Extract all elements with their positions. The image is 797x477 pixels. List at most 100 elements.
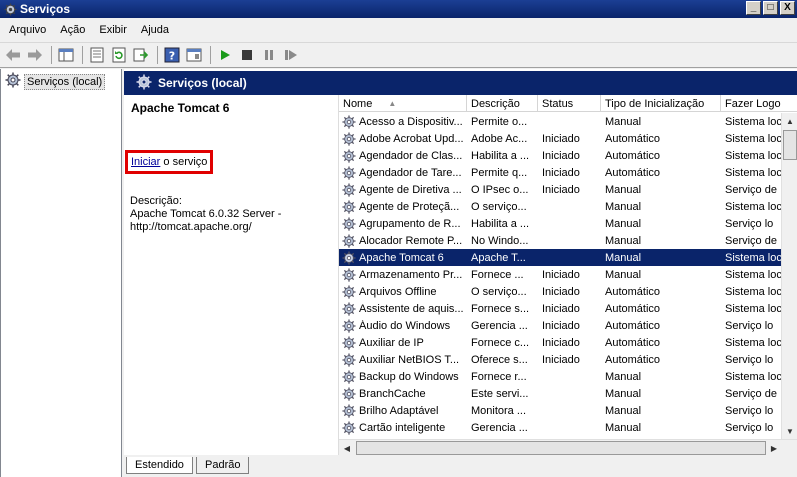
menu-acao[interactable]: Ação bbox=[53, 24, 92, 36]
export-icon[interactable] bbox=[131, 45, 151, 65]
table-row[interactable]: Cartão inteligente Gerencia ... Manual Serv… bbox=[339, 419, 784, 436]
cell-logon: Sistema loc bbox=[725, 115, 781, 128]
cell-name: Agendador de Tare... bbox=[339, 165, 467, 181]
service-gear-icon bbox=[341, 199, 357, 215]
cell-logon: Sistema loc bbox=[725, 166, 781, 179]
table-row[interactable]: Adobe Acrobat Upd... Adobe Ac... Iniciado A… bbox=[339, 130, 784, 147]
minimize-button[interactable]: _ bbox=[746, 1, 761, 15]
service-gear-icon bbox=[341, 420, 357, 436]
refresh-icon[interactable] bbox=[109, 45, 129, 65]
table-row[interactable]: Agente de Diretiva ... O IPsec o... Inicia… bbox=[339, 181, 784, 198]
start-service-link[interactable]: Iniciar bbox=[131, 156, 160, 168]
table-row[interactable]: Assistente de aquis... Fornece s... Inicia… bbox=[339, 300, 784, 317]
cell-name: Agente de Proteçã... bbox=[339, 199, 467, 215]
table-row[interactable]: Agendador de Clas... Habilita a ... Inicia… bbox=[339, 147, 784, 164]
table-row[interactable]: Agrupamento de R... Habilita a ... Manual S… bbox=[339, 215, 784, 232]
maximize-button[interactable]: □ bbox=[763, 1, 778, 15]
table-row[interactable]: Agendador de Tare... Permite q... Iniciado… bbox=[339, 164, 784, 181]
help-icon[interactable]: ? bbox=[162, 45, 182, 65]
cell-description: Monitora ... bbox=[471, 404, 527, 417]
cell-startup-type: Manual bbox=[605, 217, 642, 230]
cell-startup-type: Automático bbox=[605, 285, 661, 298]
console-tree-icon[interactable] bbox=[56, 45, 76, 65]
cell-name: Alocador Remote P... bbox=[339, 233, 467, 249]
cell-status: Iniciado bbox=[542, 319, 580, 332]
horizontal-scroll-thumb[interactable] bbox=[356, 441, 766, 455]
cell-name: Agente de Diretiva ... bbox=[339, 182, 467, 198]
cell-description: Adobe Ac... bbox=[471, 132, 528, 145]
column-header-status[interactable]: Status bbox=[538, 95, 601, 112]
service-gear-icon bbox=[341, 403, 357, 419]
cell-name: Assistente de aquis... bbox=[339, 301, 467, 317]
table-row[interactable]: BranchCache Este servi... Manual Serviço de bbox=[339, 385, 784, 402]
properties-icon[interactable] bbox=[87, 45, 107, 65]
table-row[interactable]: Apache Tomcat 6 Apache T... Manual Sistema … bbox=[339, 249, 784, 266]
cell-logon: Serviço de bbox=[725, 183, 777, 196]
cell-logon: Sistema loc bbox=[725, 149, 781, 162]
table-row[interactable]: Auxiliar NetBIOS T... Oferece s... Iniciad… bbox=[339, 351, 784, 368]
stop-icon[interactable] bbox=[237, 45, 257, 65]
table-row[interactable]: Áudio do Windows Gerencia ... Iniciado Auto… bbox=[339, 317, 784, 334]
cell-name: Apache Tomcat 6 bbox=[339, 250, 467, 266]
service-gear-icon bbox=[341, 352, 357, 368]
table-row[interactable]: Armazenamento Pr... Fornece ... Iniciado Ma… bbox=[339, 266, 784, 283]
table-row[interactable]: Arquivos Offline O serviço... Iniciado Auto… bbox=[339, 283, 784, 300]
forward-icon[interactable] bbox=[25, 45, 45, 65]
tree-item-services-local[interactable]: Serviços (local) bbox=[5, 72, 106, 91]
menu-bar: Arquivo Ação Exibir Ajuda bbox=[0, 19, 797, 41]
view-tabs: Estendido Padrão bbox=[124, 455, 797, 477]
cell-logon: Sistema loc bbox=[725, 200, 781, 213]
cell-description: O serviço... bbox=[471, 200, 527, 213]
scroll-up-icon[interactable]: ▲ bbox=[782, 113, 797, 129]
service-gear-icon bbox=[341, 318, 357, 334]
service-name: Agrupamento de R... bbox=[359, 217, 461, 230]
scroll-left-icon[interactable]: ◀ bbox=[339, 440, 355, 455]
vertical-scrollbar[interactable]: ▲ ▼ bbox=[781, 113, 797, 439]
menu-exibir[interactable]: Exibir bbox=[92, 24, 134, 36]
tab-padrao[interactable]: Padrão bbox=[196, 457, 250, 474]
menu-ajuda[interactable]: Ajuda bbox=[134, 24, 176, 36]
cell-startup-type: Automático bbox=[605, 319, 661, 332]
list-header: Nome ▲ Descrição Status Tipo de Iniciali… bbox=[339, 95, 797, 112]
pause-icon[interactable] bbox=[259, 45, 279, 65]
horizontal-scrollbar[interactable]: ◀ ▶ bbox=[339, 439, 797, 455]
cell-logon: Serviço lo bbox=[725, 319, 774, 332]
table-row[interactable]: Acesso a Dispositiv... Permite o... Manual… bbox=[339, 113, 784, 130]
cell-description: Fornece s... bbox=[471, 302, 530, 315]
column-header-name[interactable]: Nome ▲ bbox=[339, 95, 467, 112]
cell-startup-type: Manual bbox=[605, 268, 642, 281]
service-gear-icon bbox=[341, 284, 357, 300]
toolbar-separator bbox=[210, 46, 211, 64]
tab-estendido[interactable]: Estendido bbox=[126, 457, 193, 474]
vertical-scroll-thumb[interactable] bbox=[783, 130, 797, 160]
cell-description: Gerencia ... bbox=[471, 421, 528, 434]
service-gear-icon bbox=[341, 233, 357, 249]
table-row[interactable]: Auxiliar de IP Fornece c... Iniciado Automá… bbox=[339, 334, 784, 351]
service-name: Agente de Diretiva ... bbox=[359, 183, 462, 196]
scroll-down-icon[interactable]: ▼ bbox=[782, 423, 797, 439]
service-name: Apache Tomcat 6 bbox=[359, 251, 444, 264]
description-text: Apache Tomcat 6.0.32 Server - http://tom… bbox=[130, 208, 282, 233]
scroll-right-icon[interactable]: ▶ bbox=[766, 440, 782, 455]
cell-logon: Sistema loc bbox=[725, 336, 781, 349]
cell-description: Apache T... bbox=[471, 251, 526, 264]
back-icon[interactable] bbox=[3, 45, 23, 65]
table-row[interactable]: Brilho Adaptável Monitora ... Manual Serviç… bbox=[339, 402, 784, 419]
table-row[interactable]: Alocador Remote P... No Windo... Manual Ser… bbox=[339, 232, 784, 249]
table-row[interactable]: Agente de Proteçã... O serviço... Manual Si… bbox=[339, 198, 784, 215]
close-button[interactable]: X bbox=[780, 1, 795, 15]
service-gear-icon bbox=[341, 301, 357, 317]
restart-icon[interactable] bbox=[281, 45, 301, 65]
cell-name: Agrupamento de R... bbox=[339, 216, 467, 232]
column-header-startup-type[interactable]: Tipo de Inicialização bbox=[601, 95, 721, 112]
cell-startup-type: Manual bbox=[605, 115, 642, 128]
service-gear-icon bbox=[341, 131, 357, 147]
service-name: Armazenamento Pr... bbox=[359, 268, 463, 281]
table-row[interactable]: Backup do Windows Fornece r... Manual Siste… bbox=[339, 368, 784, 385]
menu-arquivo[interactable]: Arquivo bbox=[2, 24, 53, 36]
services-gear-icon bbox=[3, 2, 17, 16]
play-icon[interactable] bbox=[215, 45, 235, 65]
view-icon[interactable] bbox=[184, 45, 204, 65]
column-header-logon[interactable]: Fazer Logon como bbox=[721, 95, 781, 112]
column-header-description[interactable]: Descrição bbox=[467, 95, 538, 112]
